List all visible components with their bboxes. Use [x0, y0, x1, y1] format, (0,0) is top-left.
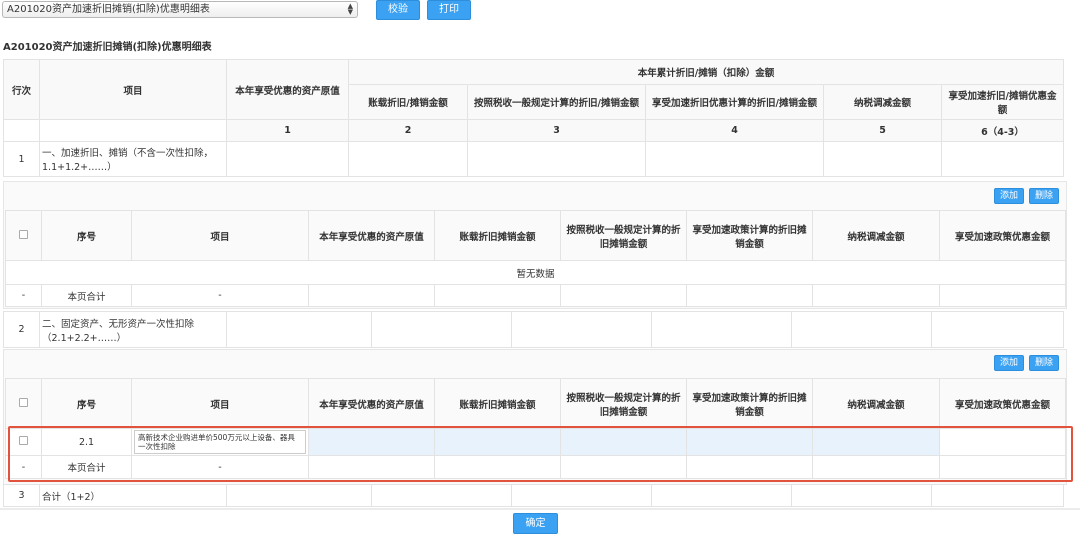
sub1-delete-button[interactable]: 删除 [1029, 188, 1059, 204]
header-col-tax-general: 按照税收一般规定计算的折旧/摊销金额 [467, 84, 646, 120]
sub-table-1: 序号 项目 本年享受优惠的资产原值 账载折旧摊销金额 按照税收一般规定计算的折旧… [5, 210, 1066, 307]
sub1-select-all[interactable] [5, 210, 42, 261]
row2-cell [226, 311, 372, 348]
sub2-delete-button[interactable]: 删除 [1029, 355, 1059, 371]
header-num-1: 1 [226, 119, 349, 142]
header-item: 项目 [39, 59, 227, 120]
header-num-5: 5 [823, 119, 942, 142]
header-accumulated: 本年累计折旧/摊销（扣除）金额 [348, 59, 1064, 85]
row2-cell [511, 311, 652, 348]
row3-cell [226, 484, 372, 507]
sub1-subtotal-label: 本页合计 [41, 284, 132, 307]
highlight-annotation-box [8, 426, 1073, 482]
row1-cell [226, 141, 349, 177]
row3-table: 3 合计（1+2） [3, 484, 1064, 507]
header-num-3: 3 [467, 119, 646, 142]
sub1-header-asset: 本年享受优惠的资产原值 [308, 210, 435, 261]
sub2-add-button[interactable]: 添加 [994, 355, 1024, 371]
row2-cell [931, 311, 1064, 348]
row3-cell [651, 484, 792, 507]
row1-cell [467, 141, 646, 177]
header-num-empty-2 [39, 119, 227, 142]
header-col-accel: 享受加速折旧优惠计算的折旧/摊销金额 [645, 84, 824, 120]
sub1-add-button[interactable]: 添加 [994, 188, 1024, 204]
check-button[interactable]: 校验 [376, 0, 420, 20]
sub1-subtotal-cell [308, 284, 435, 307]
header-col-benefit: 享受加速折旧/摊销优惠金额 [941, 84, 1064, 120]
sub1-empty-text: 暂无数据 [5, 260, 1066, 285]
form-select-value: A201020资产加速折旧摊销(扣除)优惠明细表 [7, 4, 210, 15]
row2-cell [651, 311, 792, 348]
confirm-button[interactable]: 确定 [513, 513, 558, 534]
row2-table: 2 二、固定资产、无形资产一次性扣除（2.1+2.2+……） [3, 311, 1064, 348]
sub2-header-item: 项目 [131, 378, 309, 429]
row2-label: 二、固定资产、无形资产一次性扣除（2.1+2.2+……） [39, 311, 227, 348]
sub2-header-reduce: 纳税调减金额 [812, 378, 940, 429]
header-num-6: 6（4-3） [941, 119, 1064, 142]
row3-label: 合计（1+2） [39, 484, 227, 507]
row3-cell [371, 484, 512, 507]
row2-cell [371, 311, 512, 348]
main-header-table: 行次 项目 本年享受优惠的资产原值 本年累计折旧/摊销（扣除）金额 账载折旧/摊… [3, 59, 1064, 177]
header-col-book: 账载折旧/摊销金额 [348, 84, 468, 120]
row1-cell [941, 141, 1064, 177]
row1-cell [348, 141, 468, 177]
sub2-header-tax: 按照税收一般规定计算的折旧摊销金额 [560, 378, 687, 429]
sub1-subtotal-item: - [131, 284, 309, 307]
row2-no: 2 [3, 311, 40, 348]
select-arrows-icon: ▲ ▼ [347, 2, 353, 16]
row1-cell [645, 141, 824, 177]
sub2-header-accel: 享受加速政策计算的折旧摊销金额 [686, 378, 813, 429]
row1-label: 一、加速折旧、摊销（不含一次性扣除，1.1+1.2+……） [39, 141, 227, 177]
sub1-header-reduce: 纳税调减金额 [812, 210, 940, 261]
checkbox-icon[interactable] [19, 229, 28, 239]
sub1-subtotal-cell [939, 284, 1066, 307]
bottom-divider [0, 508, 1080, 510]
form-select[interactable]: A201020资产加速折旧摊销(扣除)优惠明细表 ▲ ▼ [2, 1, 358, 18]
print-button[interactable]: 打印 [427, 0, 471, 20]
sub1-subtotal-cell [812, 284, 940, 307]
row3-cell [791, 484, 932, 507]
header-asset-value: 本年享受优惠的资产原值 [226, 59, 349, 120]
sub1-subtotal-dash: - [5, 284, 42, 307]
sub1-subtotal-cell [686, 284, 813, 307]
row1-cell [823, 141, 942, 177]
sub2-header-book: 账载折旧摊销金额 [434, 378, 561, 429]
header-row-no: 行次 [3, 59, 40, 120]
row3-cell [931, 484, 1064, 507]
sub1-header-benefit: 享受加速政策优惠金额 [939, 210, 1066, 261]
row3-cell [511, 484, 652, 507]
header-num-4: 4 [645, 119, 824, 142]
sub1-header-tax: 按照税收一般规定计算的折旧摊销金额 [560, 210, 687, 261]
form-title: A201020资产加速折旧摊销(扣除)优惠明细表 [3, 37, 1063, 60]
sub1-header-item: 项目 [131, 210, 309, 261]
sub2-header-seq: 序号 [41, 378, 132, 429]
sub1-header-seq: 序号 [41, 210, 132, 261]
row2-cell [791, 311, 932, 348]
sub1-header-book: 账载折旧摊销金额 [434, 210, 561, 261]
sub2-header-asset: 本年享受优惠的资产原值 [308, 378, 435, 429]
header-col-reduce: 纳税调减金额 [823, 84, 942, 120]
sub1-subtotal-cell [560, 284, 687, 307]
sub2-header-benefit: 享受加速政策优惠金额 [939, 378, 1066, 429]
row3-no: 3 [3, 484, 40, 507]
header-num-2: 2 [348, 119, 468, 142]
checkbox-icon[interactable] [19, 397, 28, 407]
row1-no: 1 [3, 141, 40, 177]
header-num-empty-1 [3, 119, 40, 142]
sub1-subtotal-cell [434, 284, 561, 307]
sub2-select-all[interactable] [5, 378, 42, 429]
sub1-header-accel: 享受加速政策计算的折旧摊销金额 [686, 210, 813, 261]
